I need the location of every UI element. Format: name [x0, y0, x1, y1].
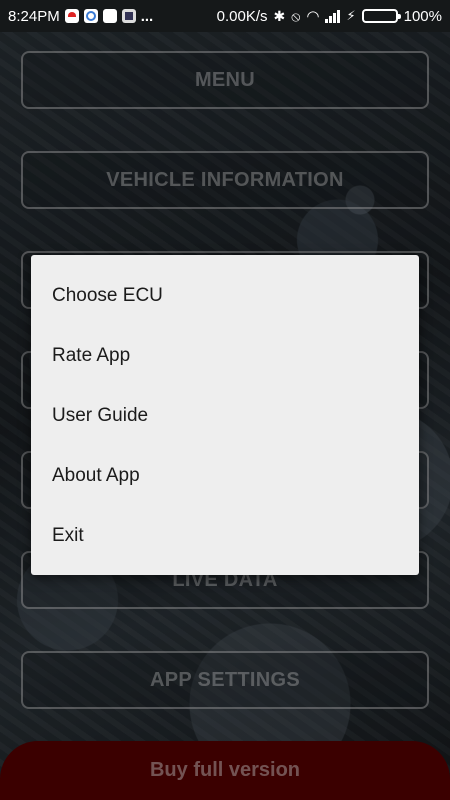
bluetooth-icon: ✱ — [273, 7, 286, 24]
battery-percent: 100% — [403, 7, 442, 25]
menu-item-user-guide[interactable]: User Guide — [31, 386, 419, 446]
menu-item-exit[interactable]: Exit — [31, 506, 419, 566]
wifi-icon: ◠ — [306, 8, 320, 25]
menu-item-rate-app[interactable]: Rate App — [31, 326, 419, 386]
menu-item-about-app[interactable]: About App — [31, 446, 419, 506]
app-notification-icon — [121, 9, 136, 23]
overflow-popup-menu: Choose ECU Rate App User Guide About App… — [31, 255, 419, 575]
status-time: 8:24PM — [8, 7, 60, 25]
network-speed: 0.00K/s — [216, 7, 268, 25]
notification-red-icon — [64, 9, 79, 23]
menu-item-choose-ecu[interactable]: Choose ECU — [31, 266, 419, 326]
vibrate-off-icon: ⦸ — [291, 7, 301, 24]
wifi-notification-icon — [102, 9, 117, 23]
charging-icon: ⚡ — [346, 8, 356, 23]
alarm-clock-icon — [83, 9, 98, 23]
status-bar: 8:24PM ... 0.00K/s ✱ ⦸ ◠ ⚡ 100% — [0, 0, 450, 32]
more-notifications: ... — [140, 7, 154, 25]
battery-icon — [361, 9, 401, 23]
cell-signal-icon — [325, 9, 341, 23]
